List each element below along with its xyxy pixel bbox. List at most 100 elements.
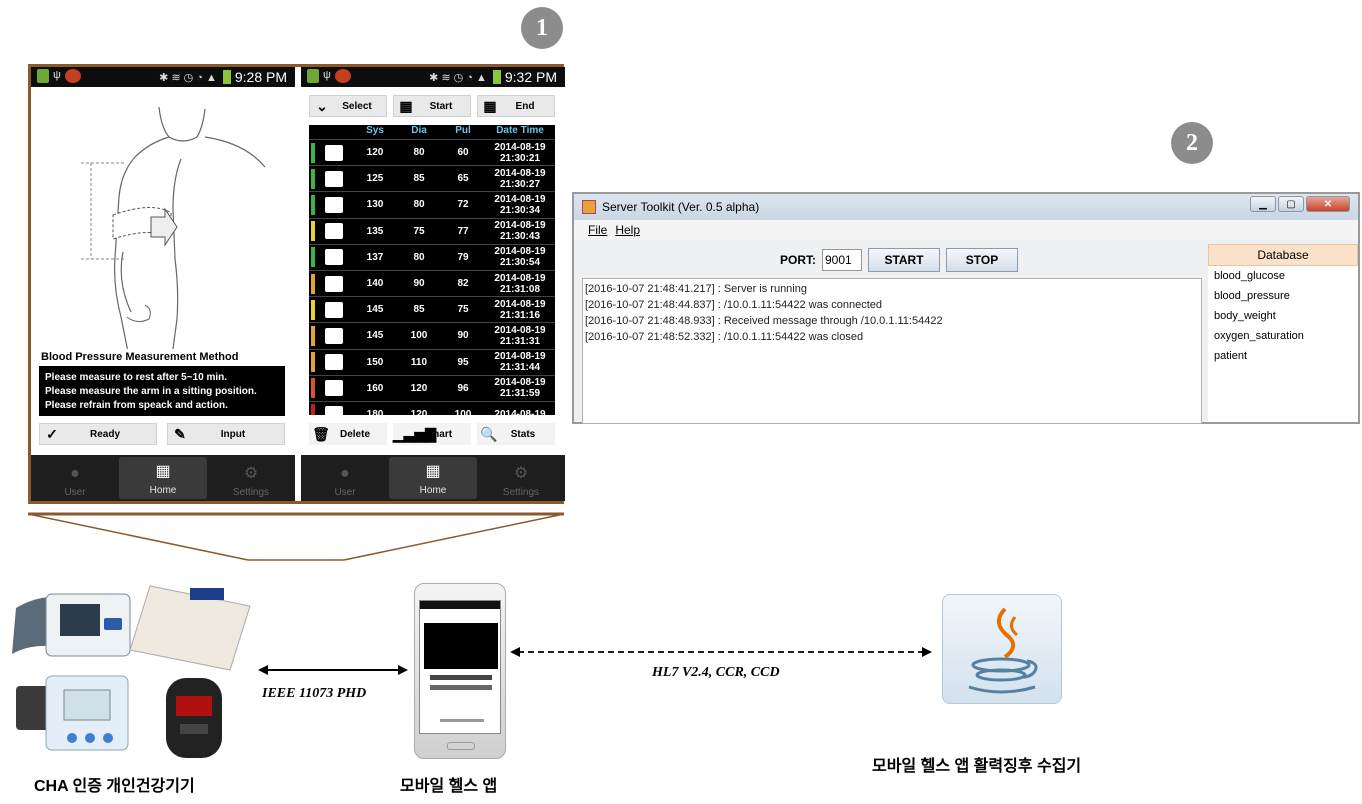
stop-server-button[interactable]: STOP xyxy=(946,248,1018,272)
instruction-line: Please measure the arm in a sitting posi… xyxy=(45,386,257,397)
app-label: 모바일 헬스 앱 xyxy=(400,778,498,795)
row-checkbox[interactable] xyxy=(325,275,343,292)
ready-button[interactable]: ✓ Ready xyxy=(39,423,157,445)
db-item-blood-pressure[interactable]: blood_pressure xyxy=(1208,286,1358,306)
instruction-line: Please measure to rest after 5~10 min. xyxy=(45,372,228,383)
chart-button[interactable]: ▁▃▅▇ Chart xyxy=(393,423,471,445)
sys-value: 130 xyxy=(366,199,384,211)
datetime-value: 2014-08-19 21:31:59 xyxy=(485,377,555,399)
table-row[interactable]: 125 85 65 2014-08-19 21:30:27 xyxy=(309,165,555,191)
row-checkbox[interactable] xyxy=(325,406,343,415)
row-checkbox[interactable] xyxy=(325,196,343,213)
db-item-body-weight[interactable]: body_weight xyxy=(1208,306,1358,326)
battery-icon xyxy=(492,70,501,84)
date-value: 2014-08-19 xyxy=(494,193,546,205)
stats-button[interactable]: 🔍 Stats xyxy=(477,423,555,445)
db-item-blood-glucose[interactable]: blood_glucose xyxy=(1208,266,1358,286)
datetime-value: 2014-08-19 21:30:34 xyxy=(485,194,555,216)
pul-value: 95 xyxy=(457,356,469,368)
end-date-button[interactable]: ▦ End xyxy=(477,95,555,117)
table-row[interactable]: 180 120 100 2014-08-19 xyxy=(309,400,555,415)
table-row[interactable]: 160 120 96 2014-08-19 21:31:59 xyxy=(309,374,555,401)
datetime-value: 2014-08-19 21:31:44 xyxy=(485,351,555,373)
pul-value: 77 xyxy=(457,225,469,237)
date-value: 2014-08-19 xyxy=(494,377,546,389)
port-input[interactable]: 9001 xyxy=(822,249,862,271)
java-app-icon xyxy=(582,200,596,214)
phone-history-screen: ψ ✱ ≋ ◷ ◔ ▲ 9:32 PM ⌄ Select ▦ Start ▦ E… xyxy=(301,67,565,501)
collector-label: 모바일 헬스 앱 활력징후 수집기 xyxy=(872,758,1082,775)
dia-value: 80 xyxy=(413,251,425,263)
user-icon: ● xyxy=(340,465,350,482)
log-line: [2016-10-07 21:48:48.933] : Received mes… xyxy=(585,315,943,327)
server-log[interactable]: [2016-10-07 21:48:41.217] : Server is ru… xyxy=(582,278,1202,424)
calendar-icon: ▦ xyxy=(399,97,413,114)
mobile-phone-image xyxy=(414,583,506,759)
table-row[interactable]: 130 80 72 2014-08-19 21:30:34 xyxy=(309,191,555,217)
menu-file[interactable]: File xyxy=(588,223,607,237)
phone-divider xyxy=(295,67,301,501)
nav-settings[interactable]: ⚙ Settings xyxy=(477,455,565,501)
table-row[interactable]: 120 80 60 2014-08-19 21:30:21 xyxy=(309,139,555,165)
table-row[interactable]: 140 90 82 2014-08-19 21:31:08 xyxy=(309,269,555,296)
maximize-button[interactable]: ▢ xyxy=(1278,196,1304,212)
start-date-button[interactable]: ▦ Start xyxy=(393,95,471,117)
bluetooth-icon: ✱ ≋ ◷ ◔ ▲ xyxy=(159,71,217,84)
grid-icon: ▦ xyxy=(425,463,441,480)
table-row[interactable]: 137 80 79 2014-08-19 21:30:54 xyxy=(309,243,555,270)
nav-settings[interactable]: ⚙ Settings xyxy=(207,455,295,501)
table-row[interactable]: 145 100 90 2014-08-19 21:31:31 xyxy=(309,322,555,348)
menu-help[interactable]: Help xyxy=(615,223,640,237)
bottom-nav: ● User ▦ Home ⚙ Settings xyxy=(301,455,565,501)
nav-user[interactable]: ● User xyxy=(31,455,119,501)
row-checkbox[interactable] xyxy=(325,249,343,266)
grid-icon: ▦ xyxy=(155,463,171,480)
row-checkbox[interactable] xyxy=(325,170,343,187)
db-item-oxygen-saturation[interactable]: oxygen_saturation xyxy=(1208,326,1358,346)
login-screen-thumbnail xyxy=(419,600,501,734)
instruction-line: Please refrain from speack and action. xyxy=(45,400,228,411)
datetime-value: 2014-08-19 xyxy=(485,409,555,415)
sys-value: 120 xyxy=(366,147,384,159)
datetime-value: 2014-08-19 21:30:43 xyxy=(485,220,555,242)
nav-home[interactable]: ▦ Home xyxy=(119,457,207,499)
status-marker xyxy=(311,194,315,215)
dia-value: 120 xyxy=(410,408,428,415)
row-checkbox[interactable] xyxy=(325,354,343,371)
db-item-patient[interactable]: patient xyxy=(1208,346,1358,366)
dia-value: 75 xyxy=(413,225,425,237)
row-checkbox[interactable] xyxy=(325,223,343,240)
server-body: PORT: 9001 START STOP [2016-10-07 21:48:… xyxy=(574,240,1358,424)
status-marker xyxy=(311,142,315,163)
status-marker xyxy=(311,299,315,320)
notification-icon xyxy=(334,69,351,83)
minimize-button[interactable]: ▁ xyxy=(1250,196,1276,212)
nav-user[interactable]: ● User xyxy=(301,455,389,501)
select-button[interactable]: ⌄ Select xyxy=(309,95,387,117)
bluetooth-icon: ✱ ≋ ◷ ◔ ▲ xyxy=(429,71,487,84)
input-button[interactable]: ✎ Input xyxy=(167,423,285,445)
start-server-button[interactable]: START xyxy=(868,248,940,272)
protocol-label-hl7: HL7 V2.4, CCR, CCD xyxy=(652,665,780,680)
usb-icon: ψ xyxy=(323,69,331,81)
row-checkbox[interactable] xyxy=(325,380,343,397)
row-checkbox[interactable] xyxy=(325,144,343,161)
dia-value: 80 xyxy=(413,199,425,211)
time-value: 21:30:43 xyxy=(499,231,541,243)
pul-value: 96 xyxy=(457,382,469,394)
status-time: 9:28 PM xyxy=(234,69,287,85)
protocol-label-ieee: IEEE 11073 PHD xyxy=(262,686,367,701)
table-row[interactable]: 135 75 77 2014-08-19 21:30:43 xyxy=(309,217,555,244)
table-row[interactable]: 150 110 95 2014-08-19 21:31:44 xyxy=(309,348,555,375)
sys-value: 135 xyxy=(366,225,384,237)
delete-button[interactable]: 🗑 Delete xyxy=(309,423,387,445)
close-button[interactable]: ✕ xyxy=(1306,196,1350,212)
row-checkbox[interactable] xyxy=(325,301,343,318)
bar-chart-icon: ▁▃▅▇ xyxy=(393,425,437,442)
table-row[interactable]: 145 85 75 2014-08-19 21:31:16 xyxy=(309,296,555,322)
nav-home[interactable]: ▦ Home xyxy=(389,457,477,499)
table-header: Sys Dia Pul Date Time xyxy=(366,125,544,136)
devices-label: CHA 인증 개인건강기기 xyxy=(34,778,195,795)
usb-icon: ψ xyxy=(53,69,61,81)
row-checkbox[interactable] xyxy=(325,327,343,344)
